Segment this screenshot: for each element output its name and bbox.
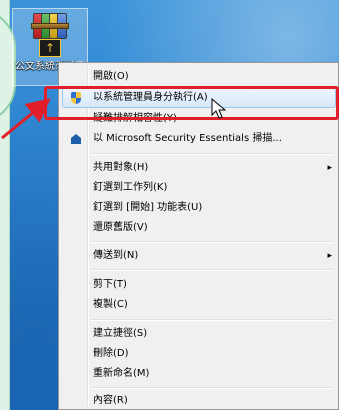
menu-item-label: 重新命名(M) [93, 368, 150, 379]
menu-item-label: 釘選到工作列(K) [93, 182, 168, 193]
menu-item-label: 複製(C) [93, 299, 128, 310]
menu-separator [91, 319, 333, 320]
menu-item-label: 剪下(T) [93, 279, 127, 290]
menu-item-restore-previous[interactable]: 還原舊版(V) [59, 218, 338, 238]
submenu-arrow-icon: ▸ [327, 251, 332, 261]
menu-item-rename[interactable]: 重新命名(M) [59, 364, 338, 384]
menu-item-label: 釘選到 [開始] 功能表(U) [93, 202, 203, 213]
menu-item-cut[interactable]: 剪下(T) [59, 275, 338, 295]
menu-item-pin-start[interactable]: 釘選到 [開始] 功能表(U) [59, 198, 338, 218]
winrar-installer-icon [31, 13, 69, 41]
menu-item-label: 以 Microsoft Security Essentials 掃描... [93, 133, 282, 144]
icon-part [31, 23, 69, 29]
mse-icon [69, 132, 83, 146]
menu-item-share-with[interactable]: 共用對象(H) ▸ [59, 158, 338, 178]
menu-separator [91, 153, 333, 154]
menu-item-label: 內容(R) [93, 395, 128, 406]
menu-item-pin-taskbar[interactable]: 釘選到工作列(K) [59, 178, 338, 198]
annotation-highlight-box [44, 86, 339, 120]
menu-separator [91, 387, 333, 388]
menu-item-label: 共用對象(H) [93, 162, 149, 173]
menu-item-copy[interactable]: 複製(C) [59, 295, 338, 315]
submenu-arrow-icon: ▸ [327, 163, 332, 173]
menu-item-create-shortcut[interactable]: 建立捷徑(S) [59, 324, 338, 344]
screenshot-stage: ↑ 公文系統憑證安裝工具 開啟(O) 以系統管理員身分執行(A) 疑難排解相容性… [0, 0, 339, 410]
menu-item-label: 還原舊版(V) [93, 222, 148, 233]
menu-separator [91, 269, 333, 270]
menu-item-send-to[interactable]: 傳送到(N) ▸ [59, 246, 338, 266]
menu-item-mse-scan[interactable]: 以 Microsoft Security Essentials 掃描... [59, 129, 338, 149]
menu-item-properties[interactable]: 內容(R) [59, 391, 338, 410]
menu-item-label: 刪除(D) [93, 348, 129, 359]
menu-item-delete[interactable]: 刪除(D) [59, 344, 338, 364]
menu-item-open[interactable]: 開啟(O) [59, 67, 338, 87]
menu-item-label: 建立捷徑(S) [93, 328, 148, 339]
menu-separator [91, 241, 333, 242]
mouse-cursor-icon [211, 98, 227, 119]
menu-item-label: 開啟(O) [93, 71, 129, 82]
install-arrow-icon: ↑ [39, 39, 61, 57]
menu-item-label: 傳送到(N) [93, 250, 139, 261]
